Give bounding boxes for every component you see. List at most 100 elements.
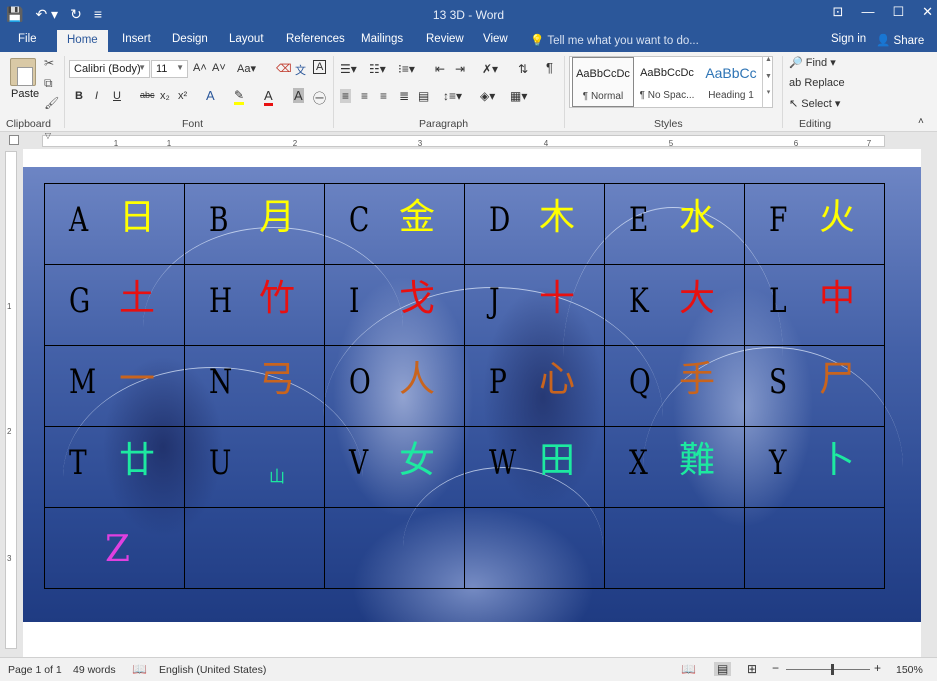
sign-in-link[interactable]: Sign in (831, 33, 866, 45)
tab-file[interactable]: File (18, 33, 37, 45)
text-effects-icon[interactable]: A (206, 88, 215, 103)
paste-icon[interactable] (10, 58, 36, 86)
style-no-spacing[interactable]: AaBbCcDc ¶ No Spac... (636, 57, 698, 107)
font-size-dropdown[interactable]: 11 ▼ (151, 60, 188, 78)
ribbon-display-options-icon[interactable]: ⊡ (833, 4, 844, 20)
table-cell[interactable]: K大 (604, 264, 745, 346)
sort-icon[interactable]: ⇅ (518, 62, 528, 76)
center-icon[interactable]: ≡ (361, 89, 368, 103)
line-spacing-icon[interactable]: ↕≡▾ (443, 89, 462, 103)
table-cell[interactable]: F火 (744, 183, 885, 265)
table-cell[interactable]: W田 (464, 426, 605, 508)
borders-icon[interactable]: ▦▾ (510, 89, 527, 103)
table-cell[interactable]: V女 (324, 426, 465, 508)
copy-icon[interactable]: ⧉ (44, 76, 53, 91)
print-layout-icon[interactable]: ▤ (714, 662, 732, 676)
show-formatting-marks-icon[interactable]: ¶ (546, 60, 553, 75)
tab-review[interactable]: Review (426, 33, 464, 45)
table-cell[interactable]: A日 (44, 183, 185, 265)
table-cell[interactable]: N弓 (184, 345, 325, 427)
table-cell[interactable]: M一 (44, 345, 185, 427)
bullets-icon[interactable]: ☰▾ (340, 62, 357, 76)
tab-design[interactable]: Design (172, 33, 208, 45)
superscript-button[interactable]: x² (178, 90, 187, 102)
style-normal[interactable]: AaBbCcDc ¶ Normal (572, 57, 634, 107)
align-right-icon[interactable]: ≡ (380, 89, 387, 103)
zoom-level[interactable]: 150% (896, 664, 923, 676)
font-name-dropdown[interactable]: Calibri (Body) ▼ (69, 60, 150, 78)
tab-layout[interactable]: Layout (229, 33, 264, 45)
numbering-icon[interactable]: ☷▾ (369, 62, 386, 76)
web-layout-icon[interactable]: ⊞ (747, 662, 757, 676)
underline-button[interactable]: U (113, 90, 121, 102)
styles-scrollbar[interactable]: ▲ ▼ ▾ (762, 56, 774, 108)
table-cell[interactable]: D木 (464, 183, 605, 265)
zoom-slider[interactable] (786, 669, 870, 670)
read-mode-icon[interactable]: 📖 (681, 662, 696, 676)
table-cell[interactable]: E水 (604, 183, 745, 265)
grow-font-icon[interactable]: A˄ (193, 62, 207, 74)
table-cell[interactable]: T廿 (44, 426, 185, 508)
collapse-ribbon-icon[interactable]: ˄ (918, 116, 924, 127)
table-cell[interactable]: C金 (324, 183, 465, 265)
close-icon[interactable]: ✕ (922, 4, 933, 20)
tell-me-search[interactable]: 💡 Tell me what you want to do... (530, 33, 699, 47)
table-cell[interactable]: I戈 (324, 264, 465, 346)
word-count[interactable]: 49 words (73, 664, 116, 676)
chevron-down-icon[interactable]: ▼ (763, 73, 774, 80)
bold-button[interactable]: B (75, 90, 83, 102)
horizontal-ruler[interactable]: ▽ 1 1 2 3 4 5 6 7 (42, 131, 885, 148)
character-border-icon[interactable]: A (313, 60, 327, 74)
enclose-characters-icon[interactable]: ㊀ (313, 88, 326, 107)
table-cell[interactable]: Y卜 (744, 426, 885, 508)
style-heading-1[interactable]: AaBbCc Heading 1 (700, 57, 762, 107)
table-cell[interactable]: X難 (604, 426, 745, 508)
table-cell[interactable]: Z (44, 507, 185, 589)
table-cell[interactable] (464, 507, 605, 589)
first-line-indent-icon[interactable]: ▽ (45, 131, 51, 140)
table-cell[interactable]: S尸 (744, 345, 885, 427)
change-case-icon[interactable]: Aa▾ (237, 62, 256, 75)
paste-button-label[interactable]: Paste (11, 88, 39, 100)
cut-icon[interactable]: ✂ (44, 56, 54, 70)
proofing-icon[interactable]: 📖 (132, 662, 147, 676)
zoom-in-icon[interactable]: + (874, 661, 881, 675)
replace-button[interactable]: ab Replace (789, 77, 845, 89)
asian-layout-icon[interactable]: ✗▾ (482, 62, 498, 76)
character-shading-icon[interactable]: A (293, 88, 304, 103)
decrease-indent-icon[interactable]: ⇤ (435, 62, 445, 76)
maximize-icon[interactable]: ☐ (892, 4, 904, 20)
minimize-icon[interactable]: — (861, 4, 874, 20)
chevron-up-icon[interactable]: ▲ (763, 56, 774, 63)
table-cell[interactable]: P心 (464, 345, 605, 427)
table-cell[interactable]: G土 (44, 264, 185, 346)
tab-view[interactable]: View (483, 33, 508, 45)
clear-formatting-icon[interactable]: ⌫ (276, 62, 292, 75)
justify-icon[interactable]: ≣ (399, 89, 409, 103)
table-cell[interactable] (604, 507, 745, 589)
shading-icon[interactable]: ◈▾ (480, 89, 495, 103)
tab-selector-icon[interactable] (9, 135, 19, 145)
select-button[interactable]: ↖ Select ▾ (789, 97, 840, 110)
more-styles-icon[interactable]: ▾ (763, 88, 774, 96)
table-cell[interactable] (184, 507, 325, 589)
table-cell[interactable]: U山 (184, 426, 325, 508)
table-cell[interactable] (744, 507, 885, 589)
tab-references[interactable]: References (286, 33, 345, 45)
table-cell[interactable]: Q手 (604, 345, 745, 427)
phonetic-guide-icon[interactable]: 文 (295, 62, 306, 78)
tab-insert[interactable]: Insert (122, 33, 151, 45)
increase-indent-icon[interactable]: ⇥ (455, 62, 465, 76)
zoom-out-icon[interactable]: − (772, 661, 779, 675)
shrink-font-icon[interactable]: A˅ (212, 62, 226, 74)
vertical-ruler[interactable]: 1 2 3 (5, 151, 17, 649)
language[interactable]: English (United States) (159, 664, 266, 676)
strikethrough-button[interactable]: abc (140, 90, 155, 100)
table-cell[interactable]: B月 (184, 183, 325, 265)
highlight-icon[interactable]: ✎ (234, 88, 245, 105)
table-cell[interactable] (324, 507, 465, 589)
table-cell[interactable]: O人 (324, 345, 465, 427)
italic-button[interactable]: I (95, 90, 98, 102)
font-color-icon[interactable]: A (264, 88, 273, 106)
tab-mailings[interactable]: Mailings (361, 33, 403, 45)
